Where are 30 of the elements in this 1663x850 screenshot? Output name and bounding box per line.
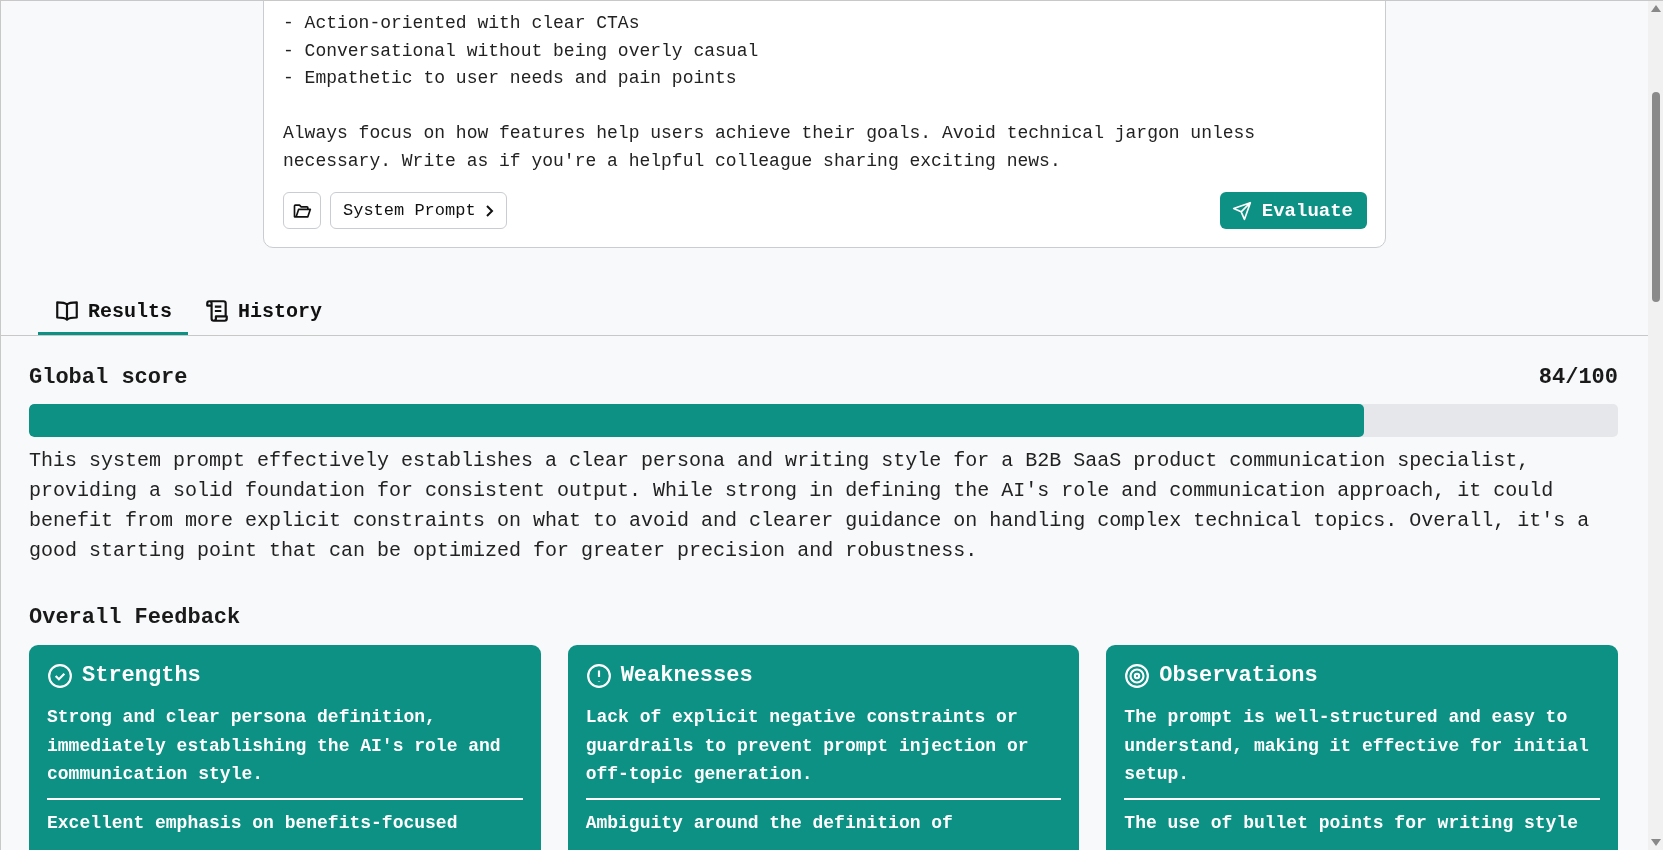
- tab[interactable]: Results: [38, 290, 188, 335]
- alert-circle-icon: [585, 663, 612, 689]
- card-title: Weaknesses: [620, 662, 753, 690]
- book-icon: [54, 298, 80, 324]
- target-icon: [1124, 663, 1151, 689]
- section-title: Overall Feedback: [29, 604, 242, 632]
- feedback-item: The prompt is well-structured and easy to understand, making it effective for initial setup.: [1124, 706, 1590, 787]
- card-title: Observations: [1159, 662, 1318, 690]
- summary-text: This system prompt effectively establishes a clear persona and writing style for a B2B SaaS product communication specialist, providing a solid foundation for consistent output. While strong in defining the AI's role and communication approach, it could benefit from more explicit constraints on what to avoid and clearer guidance on handling complex technical topics. Overall, it's a good starting point that can be optimized for greater precision and robustness.: [29, 448, 1591, 564]
- feedback-item: Excellent emphasis on benefits-focused: [47, 797, 523, 847]
- tab[interactable]: History: [188, 290, 339, 335]
- scroll-down-icon: [1650, 839, 1661, 846]
- chevron-right-icon: [483, 203, 494, 218]
- scroll-up-icon: [1650, 5, 1661, 12]
- evaluate-button[interactable]: Evaluate: [1219, 192, 1367, 229]
- system-prompt-button[interactable]: System Prompt: [330, 192, 507, 229]
- feedback-item: Ambiguity around the definition of: [585, 797, 1062, 847]
- scroll-icon: [204, 298, 230, 324]
- open-folder-button[interactable]: [283, 192, 321, 229]
- scrollbar-thumb[interactable]: [1651, 92, 1660, 302]
- feedback-item: Lack of explicit negative constraints or guardrails to prevent prompt injection or off-topic generation.: [585, 706, 1030, 787]
- score-title: Global score: [29, 364, 188, 392]
- score-value: 84/100: [1538, 364, 1618, 392]
- scrollbar[interactable]: [1648, 1, 1663, 850]
- send-icon: [1231, 200, 1252, 221]
- card-title: Strengths: [82, 662, 201, 690]
- feedback-item: The use of bullet points for writing style: [1124, 797, 1600, 847]
- feedback-item: Strong and clear persona definition, immediately establishing the AI's role and communication style.: [47, 706, 502, 787]
- prompt-field[interactable]: - Action-oriented with clear CTAs - Conversational without being overly casual - Empathetic to user needs and pain points Always focus on how features help users achieve their goals. Avoid technical jargon unless necessary. Write as if you're a helpful colleague sharing exciting news.: [283, 10, 1283, 175]
- check-circle-icon: [47, 663, 73, 689]
